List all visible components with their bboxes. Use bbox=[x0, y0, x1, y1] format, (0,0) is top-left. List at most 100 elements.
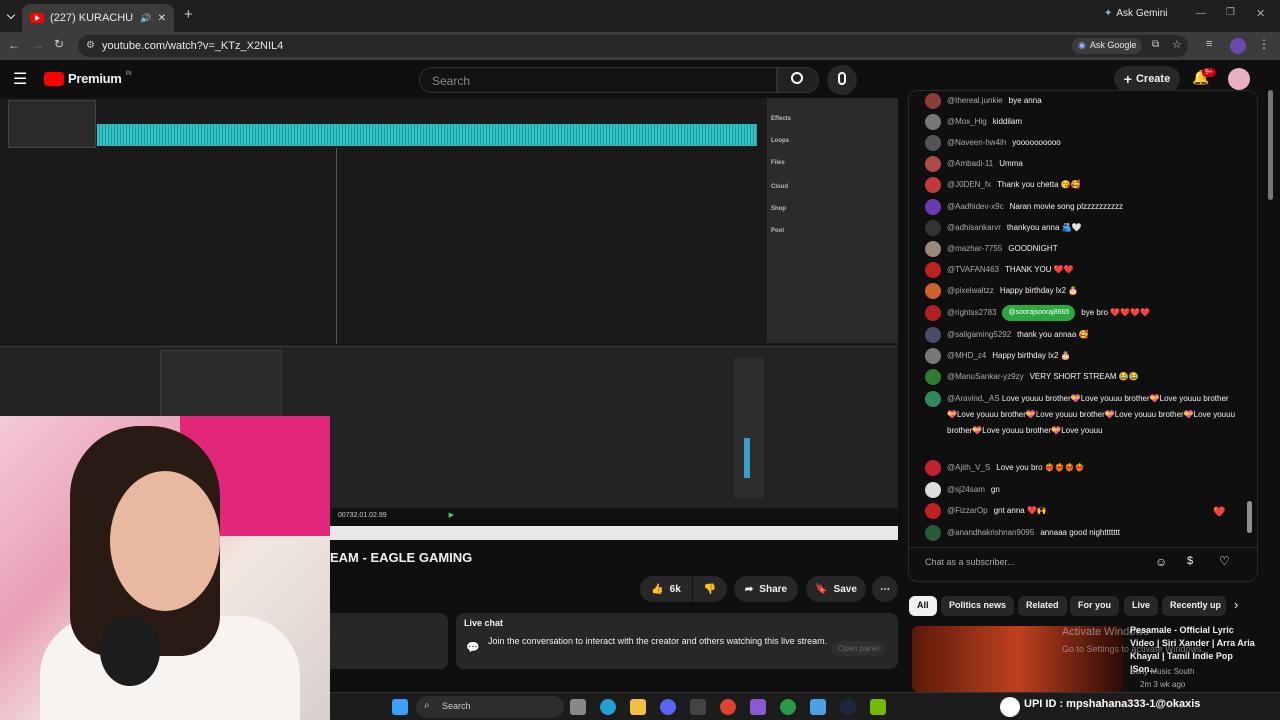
task-view-icon[interactable] bbox=[570, 699, 586, 715]
chat-input[interactable]: Chat as a subscriber... bbox=[925, 557, 1145, 567]
user-avatar[interactable] bbox=[1228, 68, 1250, 90]
avatar bbox=[925, 525, 941, 541]
browser-tab-youtube[interactable]: (227) KURACHU NERAM S... 🔊 ✕ bbox=[22, 4, 174, 32]
windows-start-icon[interactable] bbox=[392, 699, 408, 715]
chat-author[interactable]: @adhisankarvr bbox=[947, 220, 1001, 236]
search-button[interactable] bbox=[777, 67, 819, 93]
browser-tab-bar: (227) KURACHU NERAM S... 🔊 ✕ + ✦ Ask Gem… bbox=[0, 0, 1280, 32]
edge-icon[interactable] bbox=[600, 699, 616, 715]
plus-icon: + bbox=[1123, 71, 1132, 87]
gemini-icon: ✦ bbox=[1104, 8, 1113, 19]
close-window-button[interactable]: ✕ bbox=[1256, 7, 1265, 20]
more-actions-button[interactable]: ⋯ bbox=[872, 576, 898, 602]
super-chat-icon[interactable]: $ bbox=[1187, 555, 1193, 567]
reload-icon[interactable]: ↻ bbox=[54, 37, 64, 51]
chat-text: kiddilam bbox=[992, 117, 1023, 126]
chat-author[interactable]: @anandhakrishnan9095 bbox=[947, 525, 1034, 541]
forward-arrow-icon[interactable]: → bbox=[32, 38, 44, 52]
taskbar-search[interactable]: ⌕ Search bbox=[416, 696, 564, 718]
chrome-icon[interactable] bbox=[720, 699, 736, 715]
chat-author[interactable]: @MHD_z4 bbox=[947, 348, 986, 364]
discord-icon[interactable] bbox=[660, 699, 676, 715]
close-tab-icon[interactable]: ✕ bbox=[158, 13, 166, 24]
browser-menu-icon[interactable]: ⋮ bbox=[1258, 37, 1270, 51]
chat-divider bbox=[909, 547, 1257, 548]
bookmark-star-icon[interactable]: ☆ bbox=[1172, 38, 1182, 51]
chevron-right-icon[interactable]: › bbox=[1234, 597, 1238, 612]
chat-author[interactable]: @rightss2783 bbox=[947, 305, 996, 321]
chat-author[interactable]: @Aravind._AS bbox=[947, 394, 1000, 403]
save-button[interactable]: 🔖 Save bbox=[806, 576, 866, 602]
chat-author[interactable]: @Naveen-hw4ih bbox=[947, 135, 1006, 151]
youtube-premium-logo[interactable]: Premium IN bbox=[44, 71, 132, 86]
chat-author[interactable]: @mazhar-7755 bbox=[947, 241, 1002, 257]
youtube-logo-icon bbox=[44, 71, 64, 86]
profile-avatar[interactable] bbox=[1230, 38, 1246, 54]
chat-author[interactable]: @saligaming5292 bbox=[947, 327, 1011, 343]
chip-for-you[interactable]: For you bbox=[1070, 596, 1119, 616]
avatar bbox=[925, 156, 941, 172]
chat-author[interactable]: @Ambadi-11 bbox=[947, 156, 993, 172]
app-icon[interactable] bbox=[690, 699, 706, 715]
youtube-favicon-icon bbox=[30, 13, 44, 23]
url-field[interactable]: ⚙ youtube.com/watch?v=_KTz_X2NIL4 ◉ Ask … bbox=[78, 35, 1188, 57]
chat-author[interactable]: @pixelwaltzz bbox=[947, 283, 994, 299]
chat-mention-chip[interactable]: @soorajsooraj8665 bbox=[1002, 305, 1076, 321]
daw-fader-meter bbox=[744, 438, 750, 478]
audio-playing-icon[interactable]: 🔊 bbox=[140, 13, 151, 24]
dislike-button[interactable]: 👎 bbox=[693, 576, 727, 602]
obs-icon[interactable] bbox=[750, 699, 766, 715]
chat-message: @thereal.junkie bye anna bbox=[925, 93, 1237, 109]
page-scrollbar[interactable] bbox=[1268, 90, 1273, 200]
chat-author[interactable]: @sj24sam bbox=[947, 482, 985, 498]
chat-author[interactable]: @thereal.junkie bbox=[947, 93, 1003, 109]
chat-scrollbar[interactable] bbox=[1247, 501, 1252, 533]
notepad-icon[interactable] bbox=[810, 699, 826, 715]
heart-reaction-icon: ❤️ bbox=[1213, 507, 1226, 518]
avatar bbox=[925, 391, 941, 407]
chrome-active-icon[interactable] bbox=[780, 699, 796, 715]
open-panel-button[interactable]: Open panel bbox=[832, 641, 886, 656]
nvidia-icon[interactable] bbox=[870, 699, 886, 715]
minimize-button[interactable]: — bbox=[1196, 8, 1206, 19]
chat-author[interactable]: @Aadhidev-x9c bbox=[947, 199, 1004, 215]
daw-browser-panel: Effects Loops Files Cloud Shop Pool bbox=[767, 98, 898, 343]
recommendation-channel[interactable]: Sony Music South bbox=[1130, 667, 1194, 676]
extensions-icon[interactable]: ≡ bbox=[1206, 38, 1212, 50]
search-input[interactable]: Search bbox=[419, 67, 777, 93]
share-button[interactable]: ➦ Share bbox=[734, 576, 798, 602]
ask-gemini-button[interactable]: ✦ Ask Gemini bbox=[1104, 8, 1168, 19]
chip-politics-news[interactable]: Politics news bbox=[941, 596, 1015, 616]
chat-author[interactable]: @TVAFAN463 bbox=[947, 262, 999, 278]
panel-item-loops: Loops bbox=[771, 138, 891, 162]
tab-list-chevron-icon[interactable] bbox=[6, 10, 16, 20]
heart-icon[interactable]: ♡ bbox=[1219, 554, 1230, 568]
chat-message: @ManuSankar-yz9zy VERY SHORT STREAM 😂😂 bbox=[925, 369, 1237, 385]
chip-all[interactable]: All bbox=[909, 596, 937, 616]
chat-author[interactable]: @J0DEN_fx bbox=[947, 177, 991, 193]
ask-google-button[interactable]: ◉ Ask Google bbox=[1072, 38, 1143, 54]
install-app-icon[interactable]: ⧉ bbox=[1152, 39, 1159, 50]
chat-author[interactable]: @FizzarOp bbox=[947, 503, 988, 519]
create-button[interactable]: + Create bbox=[1114, 66, 1180, 92]
site-info-icon[interactable]: ⚙ bbox=[86, 40, 95, 51]
voice-search-button[interactable] bbox=[827, 65, 857, 95]
maximize-button[interactable]: ❐ bbox=[1226, 7, 1235, 18]
chip-related[interactable]: Related bbox=[1018, 596, 1067, 616]
hamburger-menu-icon[interactable]: ☰ bbox=[13, 69, 27, 89]
new-tab-button[interactable]: + bbox=[184, 6, 193, 23]
steam-icon[interactable] bbox=[840, 699, 856, 715]
emoji-icon[interactable]: ☺ bbox=[1155, 555, 1167, 569]
chip-recently-uploaded[interactable]: Recently up bbox=[1162, 596, 1226, 616]
chat-author[interactable]: @Ajith_V_S bbox=[947, 460, 990, 476]
recommendation-meta: 2m 3 wk ago bbox=[1140, 680, 1186, 689]
like-button[interactable]: 👍 6k bbox=[640, 576, 692, 602]
description-box[interactable] bbox=[330, 613, 448, 669]
back-arrow-icon[interactable]: ← bbox=[8, 38, 20, 52]
file-explorer-icon[interactable] bbox=[630, 699, 646, 715]
chat-message: @FizzarOp gnt anna ❤️🙌 bbox=[925, 503, 1237, 519]
chat-text: thank you annaa 🥰 bbox=[1017, 330, 1089, 339]
chip-live[interactable]: Live bbox=[1124, 596, 1159, 616]
chat-author[interactable]: @ManuSankar-yz9zy bbox=[947, 369, 1024, 385]
chat-author[interactable]: @Mox_Hig bbox=[947, 114, 987, 130]
